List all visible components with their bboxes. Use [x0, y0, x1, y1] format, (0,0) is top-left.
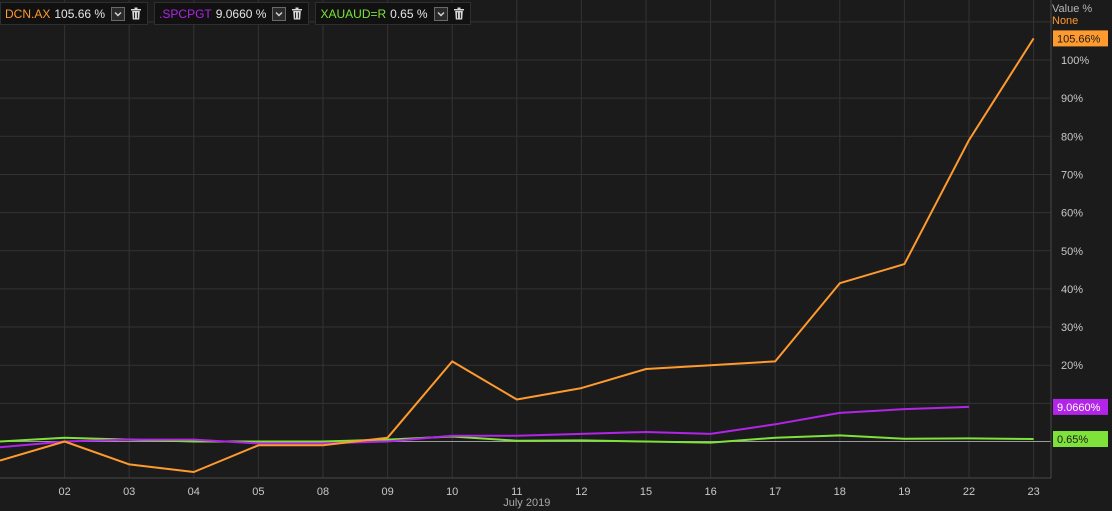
trash-icon[interactable]: [290, 7, 304, 21]
x-axis-label: July 2019: [503, 497, 550, 509]
x-tick-label: 10: [446, 486, 458, 498]
end-value-tag: 105.66%: [1053, 30, 1108, 47]
chevron-down-icon[interactable]: [111, 6, 126, 21]
x-tick-label: 08: [317, 486, 329, 498]
trash-icon[interactable]: [129, 7, 143, 21]
y-tick-label: 70%: [1061, 169, 1083, 181]
x-tick-label: 12: [575, 486, 587, 498]
y-tick-label: 60%: [1061, 208, 1083, 220]
end-value-label: 0.65%: [1057, 434, 1088, 446]
legend-series-name: XAUAUD=R: [320, 6, 387, 21]
legend-item-dcn[interactable]: DCN.AX 105.66 %: [0, 2, 149, 25]
end-value-tag: 9.0660%: [1053, 398, 1108, 415]
end-value-label: 105.66%: [1057, 33, 1101, 45]
x-tick-label: 19: [898, 486, 910, 498]
legend-item-spcpgt[interactable]: .SPCPGT 9.0660 %: [154, 2, 310, 25]
legend-series-name: .SPCPGT: [159, 6, 212, 21]
chevron-down-icon[interactable]: [433, 6, 448, 21]
x-tick-label: 16: [704, 486, 716, 498]
x-tick-label: 04: [188, 486, 200, 498]
y-tick-label: 80%: [1061, 131, 1083, 143]
legend-item-xauaud[interactable]: XAUAUD=R 0.65 %: [315, 2, 471, 25]
x-tick-label: 05: [252, 486, 264, 498]
x-tick-label: 03: [123, 486, 135, 498]
legend-series-value: 105.66 %: [54, 6, 106, 21]
y-tick-label: 20%: [1061, 360, 1083, 372]
plot-area: [0, 0, 1051, 478]
y-tick-label: 30%: [1061, 322, 1083, 334]
y-tick-label: 40%: [1061, 284, 1083, 296]
trash-icon[interactable]: [452, 7, 466, 21]
x-tick-label: 15: [640, 486, 652, 498]
legend-series-value: 9.0660 %: [215, 6, 267, 21]
chart-container: 20% 30% 40% 50% 60% 70% 80% 90% 100% 02 03 04 05 08 09…: [0, 0, 1112, 511]
value-axis-title: Value %: [1052, 3, 1093, 15]
legend-series-name: DCN.AX: [5, 6, 51, 21]
end-value-tag: 0.65%: [1053, 431, 1108, 448]
y-tick-label: 100%: [1061, 55, 1089, 67]
x-tick-label: 22: [963, 486, 975, 498]
value-axis-mode[interactable]: None: [1052, 15, 1108, 27]
x-tick-label: 23: [1027, 486, 1039, 498]
chevron-down-icon[interactable]: [272, 6, 287, 21]
legend-series-value: 0.65 %: [390, 6, 428, 21]
line-chart[interactable]: 20% 30% 40% 50% 60% 70% 80% 90% 100% 02 03 04 05 08 09…: [0, 0, 1112, 511]
end-value-label: 9.0660%: [1057, 402, 1101, 414]
y-tick-label: 90%: [1061, 93, 1083, 105]
x-tick-label: 17: [769, 486, 781, 498]
legend-bar: DCN.AX 105.66 % .SPCPGT 9.0660 % XAUAUD=…: [0, 2, 471, 25]
value-axis-header: Value % None: [1052, 3, 1108, 27]
y-tick-label: 50%: [1061, 246, 1083, 258]
x-tick-label: 09: [381, 486, 393, 498]
x-tick-label: 18: [834, 486, 846, 498]
x-tick-label: 02: [58, 486, 70, 498]
